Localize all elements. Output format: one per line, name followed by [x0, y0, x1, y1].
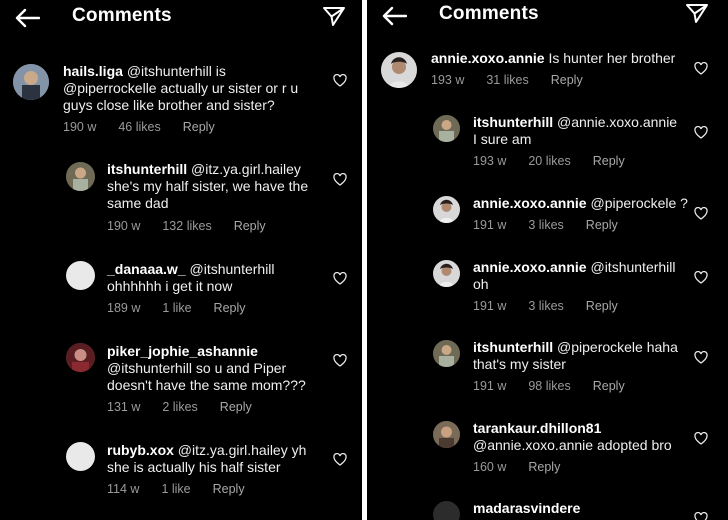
comment-username[interactable]: _danaaa.w_	[107, 261, 186, 277]
comment-username[interactable]: hails.liga	[63, 63, 123, 79]
comment-time: 114 w	[107, 482, 140, 496]
avatar[interactable]	[433, 421, 460, 448]
page-title: Comments	[439, 3, 539, 24]
comment-text: @piperockele ?	[590, 195, 688, 211]
reply-button[interactable]: Reply	[586, 218, 618, 232]
heart-icon[interactable]	[333, 272, 347, 285]
avatar[interactable]	[433, 501, 460, 520]
comment-likes[interactable]: 20 likes	[528, 154, 570, 168]
back-arrow-icon[interactable]	[14, 8, 40, 28]
avatar-photo-icon	[433, 196, 460, 223]
comment-username[interactable]: annie.xoxo.annie	[473, 259, 587, 275]
comment-text: @annie.xoxo.annie adopted bro	[473, 437, 672, 453]
avatar[interactable]	[433, 260, 460, 287]
comment-username[interactable]: itshunterhill	[473, 114, 553, 130]
avatar[interactable]	[66, 442, 95, 471]
avatar-photo-icon	[433, 421, 460, 448]
comment-likes[interactable]: 2 likes	[162, 400, 197, 414]
avatar[interactable]	[433, 196, 460, 223]
heart-icon[interactable]	[694, 271, 708, 284]
comment-username[interactable]: tarankaur.dhillon81	[473, 420, 601, 436]
avatar[interactable]	[13, 64, 49, 100]
page-title: Comments	[72, 5, 172, 26]
comment-username[interactable]: annie.xoxo.annie	[431, 50, 545, 66]
comment-time: 190 w	[63, 120, 97, 134]
reply-button[interactable]: Reply	[551, 73, 583, 87]
comment-time: 191 w	[473, 299, 507, 313]
reply-button[interactable]: Reply	[586, 299, 618, 313]
comment-text: Is hunter her brother	[548, 50, 676, 66]
comment-time: 191 w	[473, 218, 507, 232]
comment-likes[interactable]: 3 likes	[528, 299, 563, 313]
send-icon[interactable]	[685, 2, 709, 24]
avatar[interactable]	[381, 52, 417, 88]
back-arrow-icon[interactable]	[381, 6, 407, 26]
heart-icon[interactable]	[694, 512, 708, 520]
comment-likes[interactable]: 132 likes	[162, 219, 211, 233]
heart-icon[interactable]	[333, 354, 347, 367]
header: Comments	[367, 0, 728, 36]
avatar-photo-icon	[13, 64, 49, 100]
comment-username[interactable]: piker_jophie_ashannie	[107, 343, 258, 359]
avatar[interactable]	[66, 162, 95, 191]
heart-icon[interactable]	[694, 351, 708, 364]
heart-icon[interactable]	[694, 126, 708, 139]
heart-icon[interactable]	[694, 62, 708, 75]
comment-username[interactable]: itshunterhill	[473, 339, 553, 355]
send-icon[interactable]	[322, 5, 346, 27]
comment-likes[interactable]: 98 likes	[528, 379, 570, 393]
reply-button[interactable]: Reply	[593, 379, 625, 393]
comment-time: 131 w	[107, 400, 141, 414]
avatar[interactable]	[66, 261, 95, 290]
comment-username[interactable]: madarasvindere	[473, 500, 580, 516]
comment-likes[interactable]: 1 like	[161, 482, 190, 496]
comment-username[interactable]: itshunterhill	[107, 161, 187, 177]
comment-time: 193 w	[431, 73, 465, 87]
avatar-photo-icon	[66, 162, 95, 191]
heart-icon[interactable]	[333, 74, 347, 87]
avatar-photo-icon	[381, 52, 417, 88]
comment-time: 193 w	[473, 154, 507, 168]
avatar-photo-icon	[433, 260, 460, 287]
heart-icon[interactable]	[333, 453, 347, 466]
comment-likes[interactable]: 46 likes	[118, 120, 160, 134]
reply-button[interactable]: Reply	[528, 460, 560, 474]
avatar[interactable]	[433, 340, 460, 367]
comment-time: 190 w	[107, 219, 141, 233]
avatar[interactable]	[433, 115, 460, 142]
reply-button[interactable]: Reply	[214, 301, 246, 315]
comment-likes[interactable]: 3 likes	[528, 218, 563, 232]
heart-icon[interactable]	[694, 207, 708, 220]
comment-time: 189 w	[107, 301, 141, 315]
comment-username[interactable]: annie.xoxo.annie	[473, 195, 587, 211]
reply-button[interactable]: Reply	[183, 120, 215, 134]
heart-icon[interactable]	[333, 173, 347, 186]
heart-icon[interactable]	[694, 432, 708, 445]
avatar-photo-icon	[433, 340, 460, 367]
comment-text: @itshunterhill so u and Piper doesn't ha…	[107, 360, 306, 393]
reply-button[interactable]: Reply	[593, 154, 625, 168]
comment-time: 160 w	[473, 460, 507, 474]
avatar[interactable]	[66, 343, 95, 372]
comment-username[interactable]: rubyb.xox	[107, 442, 174, 458]
reply-button[interactable]: Reply	[220, 400, 252, 414]
reply-button[interactable]: Reply	[234, 219, 266, 233]
header: Comments	[0, 0, 362, 36]
reply-button[interactable]: Reply	[213, 482, 245, 496]
comments-panel-right: Comments annie.xoxo.annie Is hunter her …	[367, 0, 728, 520]
comment-likes[interactable]: 31 likes	[486, 73, 528, 87]
comment-likes[interactable]: 1 like	[162, 301, 191, 315]
avatar-photo-icon	[433, 115, 460, 142]
comment-time: 191 w	[473, 379, 507, 393]
avatar-photo-icon	[66, 343, 95, 372]
comments-panel-left: Comments hails.liga @itshunterhill is @p…	[0, 0, 362, 520]
